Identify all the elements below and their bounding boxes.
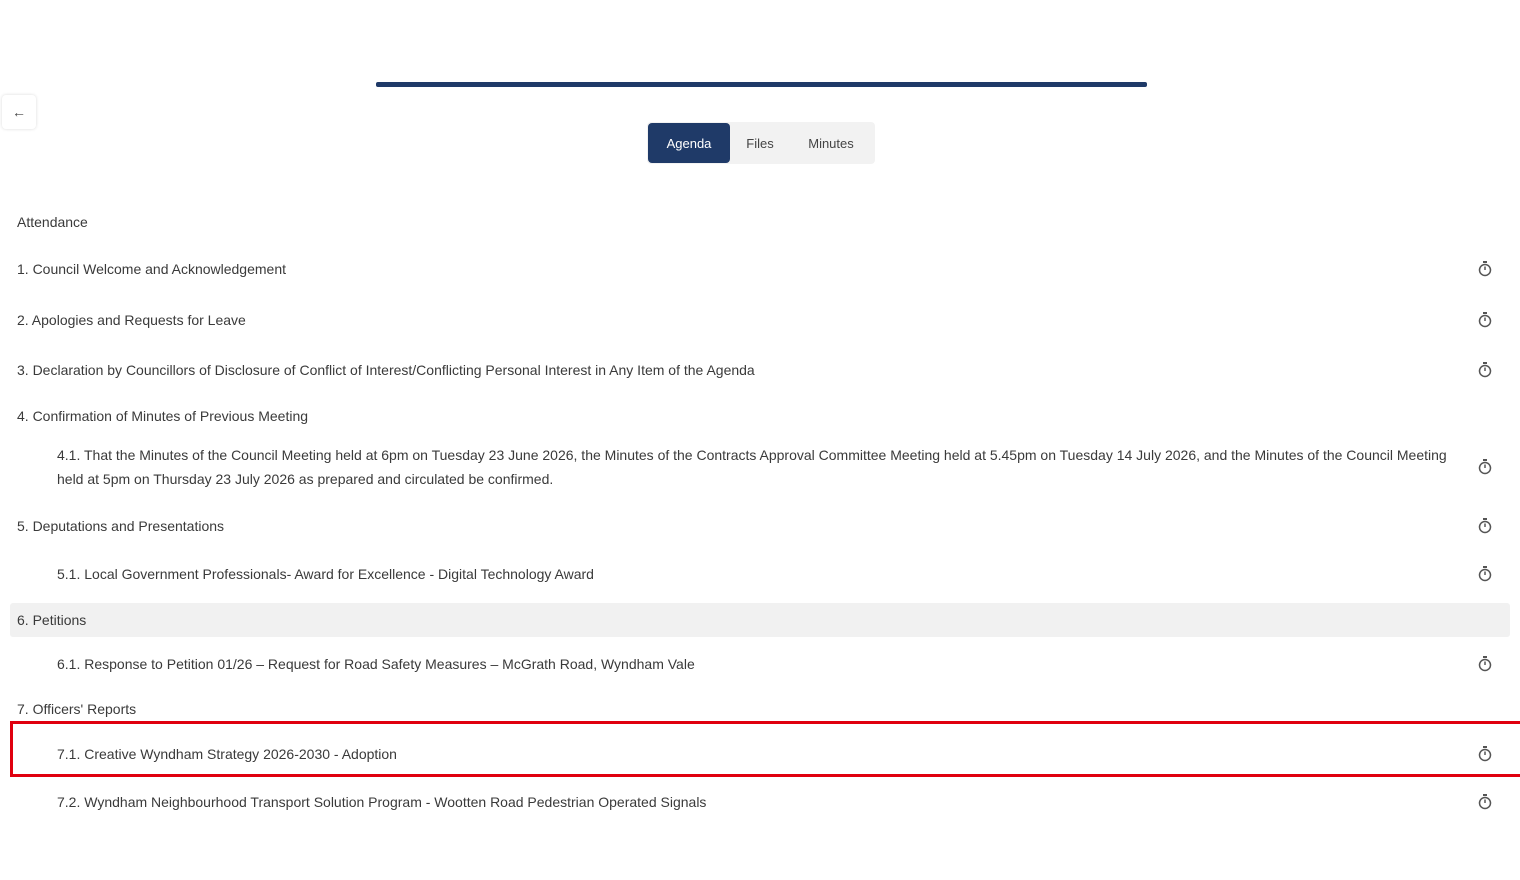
attendance-label: Attendance: [17, 214, 88, 230]
stopwatch-icon[interactable]: [1478, 794, 1492, 810]
tab-minutes[interactable]: Minutes: [790, 123, 872, 163]
agenda-item-label: 4.1. That the Minutes of the Council Mee…: [57, 447, 1447, 487]
agenda-item-label: 5.1. Local Government Professionals- Awa…: [57, 566, 594, 582]
stopwatch-icon[interactable]: [1478, 518, 1492, 534]
agenda-item-4-1[interactable]: 4.1. That the Minutes of the Council Mee…: [10, 441, 1510, 493]
stopwatch-icon[interactable]: [1478, 312, 1492, 328]
agenda-item-1[interactable]: 1. Council Welcome and Acknowledgement: [10, 255, 1510, 283]
tab-bar: Agenda Files Minutes: [647, 122, 875, 164]
back-button[interactable]: ←: [2, 95, 36, 129]
attendance-link[interactable]: Attendance: [10, 209, 1510, 235]
stopwatch-icon[interactable]: [1478, 459, 1492, 475]
agenda-item-7-1[interactable]: 7.1. Creative Wyndham Strategy 2026-2030…: [10, 740, 1510, 768]
agenda-item-3[interactable]: 3. Declaration by Councillors of Disclos…: [10, 356, 1510, 384]
agenda-item-2[interactable]: 2. Apologies and Requests for Leave: [10, 306, 1510, 334]
agenda-item-label: 7.2. Wyndham Neighbourhood Transport Sol…: [57, 794, 707, 810]
agenda-item-6-1[interactable]: 6.1. Response to Petition 01/26 – Reques…: [10, 650, 1510, 678]
agenda-item-4[interactable]: 4. Confirmation of Minutes of Previous M…: [10, 403, 1510, 429]
agenda-item-7-2[interactable]: 7.2. Wyndham Neighbourhood Transport Sol…: [10, 788, 1510, 816]
agenda-item-label: 1. Council Welcome and Acknowledgement: [17, 261, 287, 277]
agenda-item-5[interactable]: 5. Deputations and Presentations: [10, 512, 1510, 540]
agenda-item-6[interactable]: 6. Petitions: [10, 603, 1510, 637]
agenda-item-label: 6. Petitions: [17, 612, 87, 628]
stopwatch-icon[interactable]: [1478, 746, 1492, 762]
tab-files[interactable]: Files: [730, 123, 790, 163]
stopwatch-icon[interactable]: [1478, 362, 1492, 378]
agenda-item-5-1[interactable]: 5.1. Local Government Professionals- Awa…: [10, 560, 1510, 588]
stopwatch-icon[interactable]: [1478, 261, 1492, 277]
agenda-item-label: 3. Declaration by Councillors of Disclos…: [17, 362, 755, 378]
agenda-item-7[interactable]: 7. Officers' Reports: [10, 696, 1510, 722]
tab-agenda[interactable]: Agenda: [648, 123, 730, 163]
agenda-item-label: 7. Officers' Reports: [17, 701, 137, 717]
agenda-item-label: 7.1. Creative Wyndham Strategy 2026-2030…: [57, 746, 397, 762]
stopwatch-icon[interactable]: [1478, 566, 1492, 582]
agenda-item-label: 6.1. Response to Petition 01/26 – Reques…: [57, 656, 695, 672]
agenda-item-label: 5. Deputations and Presentations: [17, 518, 225, 534]
agenda-item-label: 4. Confirmation of Minutes of Previous M…: [17, 408, 309, 424]
arrow-left-icon: ←: [12, 104, 26, 120]
stopwatch-icon[interactable]: [1478, 656, 1492, 672]
agenda-item-label: 2. Apologies and Requests for Leave: [17, 312, 246, 328]
progress-bar: [376, 82, 1147, 87]
